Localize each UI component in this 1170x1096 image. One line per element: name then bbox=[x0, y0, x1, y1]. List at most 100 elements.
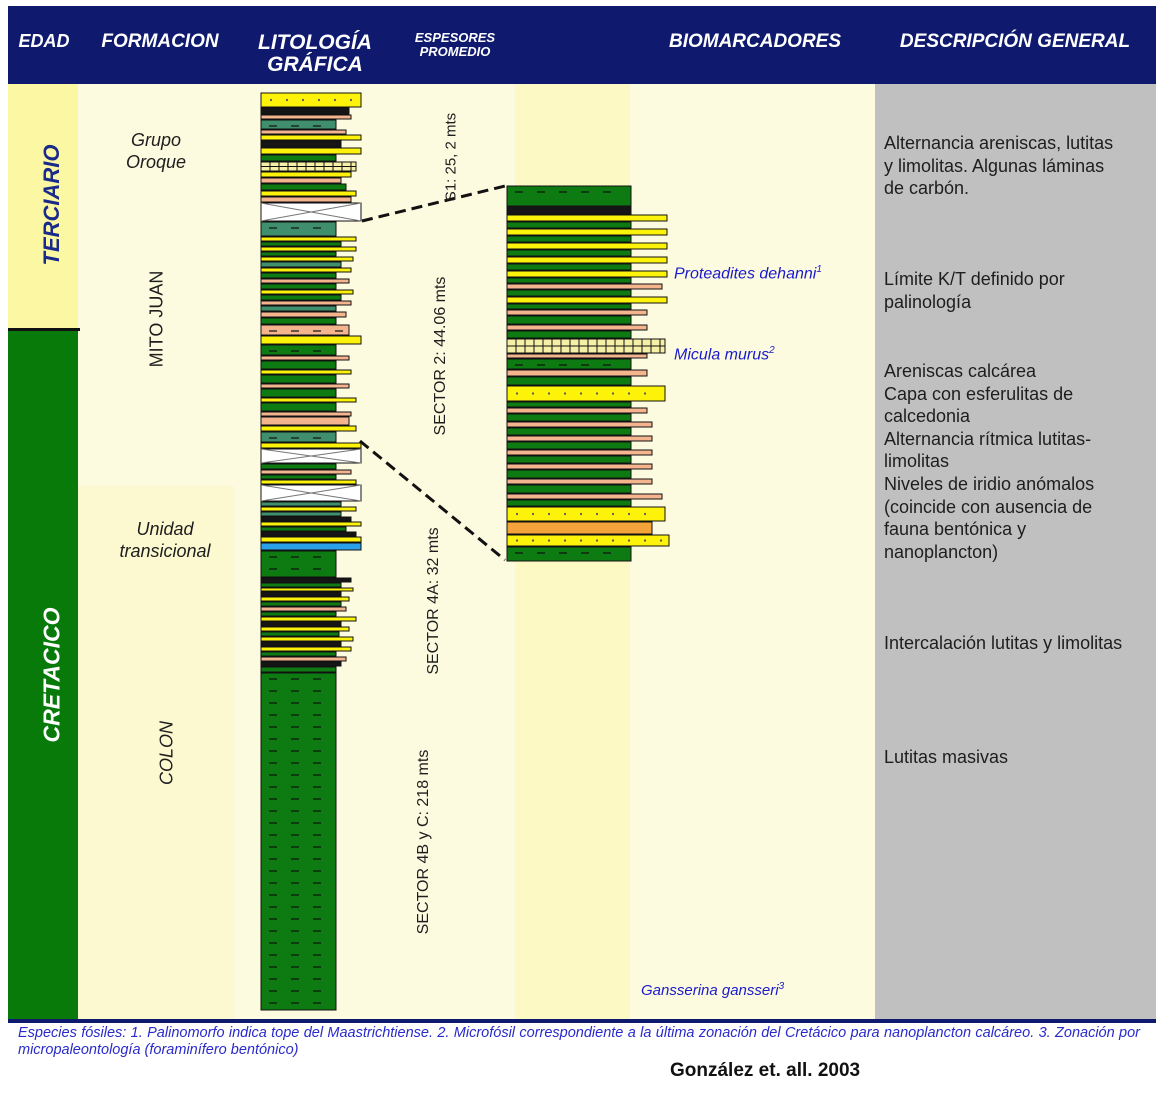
zoom-bed-44 bbox=[506, 546, 632, 562]
zoom-bed-42 bbox=[506, 521, 653, 535]
zoom-bed-15 bbox=[506, 303, 632, 310]
biomarker-proteadites-name: Proteadites dehanni bbox=[674, 265, 817, 283]
espesor-sector-2: SECTOR 2: 44.06 mts bbox=[432, 276, 449, 436]
zoom-bed-43-dot bbox=[643, 539, 647, 542]
zoom-bed-32 bbox=[506, 441, 632, 450]
description-line: calcedonia bbox=[884, 406, 971, 427]
zoom-bed-3 bbox=[506, 221, 632, 229]
zoom-bed-25-dot bbox=[563, 392, 567, 395]
description-line: de carbón. bbox=[884, 178, 970, 199]
zoom-bed-33 bbox=[506, 449, 653, 456]
zoom-bed-31 bbox=[506, 435, 653, 442]
zoom-bed-29 bbox=[506, 421, 653, 428]
zoom-bed-43-dot bbox=[531, 539, 535, 542]
zoom-bed-43-dot bbox=[611, 539, 615, 542]
description-block-2: Límite K/T definido por palinología bbox=[884, 268, 1065, 313]
zoom-bed-25-dot bbox=[579, 392, 583, 395]
zoom-bed-7 bbox=[506, 249, 632, 257]
biomarker-micula: Micula murus2 bbox=[674, 345, 775, 364]
zoom-bed-25-dot bbox=[515, 392, 519, 395]
zoom-bed-43-dot bbox=[515, 539, 519, 542]
description-line: Capa con esferulitas de bbox=[884, 383, 1074, 404]
zoom-bed-34 bbox=[506, 455, 632, 464]
description-line: palinología bbox=[884, 291, 972, 312]
zoom-bed-5 bbox=[506, 235, 632, 243]
zoom-bed-1 bbox=[506, 205, 632, 215]
biomarker-micula-ref: 2 bbox=[769, 345, 775, 356]
zoom-bed-43-dot bbox=[563, 539, 567, 542]
zoom-bed-25-dot bbox=[627, 392, 631, 395]
espesor-sector-4bc: SECTOR 4B y C: 218 mts bbox=[415, 749, 432, 935]
zoom-bed-0 bbox=[506, 185, 632, 207]
zoom-bed-23 bbox=[506, 369, 648, 377]
zoom-bed-8 bbox=[506, 256, 668, 264]
zoom-bed-17 bbox=[506, 315, 632, 325]
zoom-bed-43-dot bbox=[659, 539, 663, 542]
zoom-bed-13 bbox=[506, 289, 632, 297]
zoom-bed-41-dot bbox=[563, 512, 567, 516]
zoom-bed-41-dot bbox=[515, 512, 519, 516]
espesor-s1: S1: 25, 2 mts bbox=[442, 112, 460, 202]
correlation-line-upper bbox=[361, 184, 506, 223]
zoom-bed-24 bbox=[506, 376, 632, 386]
zoom-bed-38 bbox=[506, 484, 632, 494]
zoom-bed-16 bbox=[506, 309, 648, 316]
zoom-bed-35 bbox=[506, 463, 653, 470]
zoom-bed-41-dot bbox=[579, 512, 583, 516]
biomarker-gansserina-ref: 3 bbox=[778, 981, 785, 992]
description-line: fauna bentónica y bbox=[884, 519, 1027, 540]
zoom-bed-25 bbox=[506, 385, 666, 402]
zoom-bed-41-dot bbox=[595, 512, 599, 516]
description-line: limolitas bbox=[884, 451, 950, 472]
description-line: (coincide con ausencia de bbox=[884, 496, 1093, 517]
zoom-bed-37 bbox=[506, 478, 653, 485]
footer-credit: González et. all. 2003 bbox=[670, 1060, 861, 1081]
zoom-bed-25-dot bbox=[595, 392, 599, 395]
zoom-bed-12 bbox=[506, 283, 663, 290]
zoomed-lithology-column bbox=[506, 185, 670, 562]
zoom-bed-41-dot bbox=[531, 512, 535, 516]
bottom-rule bbox=[8, 1019, 1156, 1023]
zoom-bed-41-dot bbox=[611, 512, 615, 516]
zoom-bed-6 bbox=[506, 242, 668, 250]
zoom-bed-25-dot bbox=[547, 392, 551, 395]
description-line: Límite K/T definido por bbox=[884, 269, 1065, 289]
biomarker-proteadites: Proteadites dehanni1 bbox=[674, 264, 822, 283]
zoom-bed-19 bbox=[506, 330, 632, 339]
espesor-sector-4a: SECTOR 4A: 32 mts bbox=[425, 527, 442, 675]
zoom-bed-25-dot bbox=[611, 392, 615, 395]
zoom-bed-28 bbox=[506, 413, 632, 422]
zoom-bed-4 bbox=[506, 228, 668, 236]
zoom-bed-2 bbox=[506, 214, 668, 222]
description-line: Intercalación lutitas y limolitas bbox=[884, 633, 1123, 653]
description-block-1: Alternancia areniscas, lutitas y limolit… bbox=[884, 132, 1113, 200]
biomarker-gansserina: Gansserina gansseri3 bbox=[641, 981, 784, 999]
zoom-bed-40 bbox=[506, 499, 632, 507]
description-line: nanoplancton) bbox=[884, 541, 999, 562]
zoom-bed-43-dot bbox=[547, 539, 551, 542]
zoom-bed-41-dot bbox=[627, 512, 631, 516]
description-line: Areniscas calcárea bbox=[884, 361, 1037, 381]
zoom-bed-11 bbox=[506, 277, 632, 284]
description-line: Lutitas masivas bbox=[884, 747, 1009, 767]
zoom-bed-36 bbox=[506, 469, 632, 479]
zoom-bed-22 bbox=[506, 358, 632, 370]
description-block-4: Intercalación lutitas y limolitas bbox=[884, 632, 1122, 655]
zoom-bed-41-dot bbox=[547, 512, 551, 516]
zoom-bed-41-dot bbox=[643, 512, 647, 516]
zoom-bed-10 bbox=[506, 270, 668, 278]
zoom-bed-43-dot bbox=[627, 539, 631, 542]
zoom-bed-41 bbox=[506, 506, 666, 522]
zoom-bed-39 bbox=[506, 493, 663, 500]
zoom-bed-25-dot bbox=[643, 392, 647, 395]
zoom-bed-30 bbox=[506, 427, 632, 436]
description-line: Niveles de iridio anómalos bbox=[884, 473, 1095, 494]
description-line: Alternancia areniscas, lutitas bbox=[884, 133, 1114, 153]
description-line: Alternancia rítmica lutitas- bbox=[884, 428, 1092, 449]
zoom-bed-26 bbox=[506, 401, 632, 408]
biomarker-proteadites-ref: 1 bbox=[816, 264, 822, 275]
zoom-bed-43-dot bbox=[579, 539, 583, 542]
description-block-3: Areniscas calcárea Capa con esferulitas … bbox=[884, 360, 1094, 563]
zoom-bed-43-dot bbox=[595, 539, 599, 542]
zoom-bed-27 bbox=[506, 407, 648, 414]
